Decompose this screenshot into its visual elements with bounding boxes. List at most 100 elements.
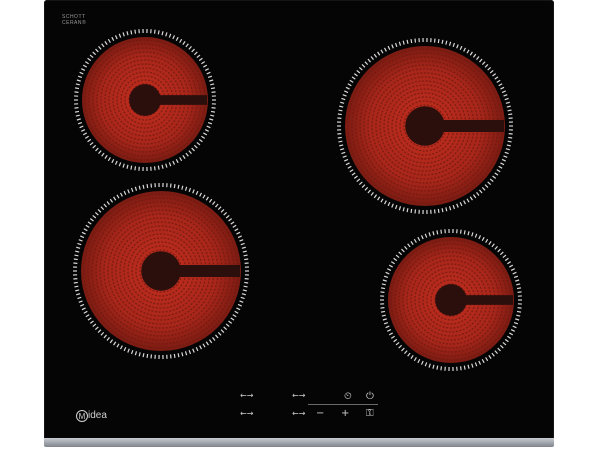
zone-ring-tick [509, 264, 514, 268]
zone-ring-tick [191, 147, 195, 152]
zone-ring-tick [424, 233, 428, 238]
zone-ring-tick [76, 79, 81, 82]
zone-ring-tick [463, 200, 467, 205]
zone-ring-tick [406, 208, 409, 213]
zone-ring-tick [95, 48, 99, 53]
zone-ring-tick [74, 285, 79, 288]
zone-ring-tick [196, 141, 201, 146]
zone-select-rear-left-icon[interactable]: ←→ [240, 392, 253, 400]
zone-ring-tick [104, 154, 108, 159]
zone-ring-tick [437, 208, 440, 213]
zone-ring-tick [501, 90, 506, 94]
zone-ring-tick [81, 68, 86, 71]
zone-ring-tick [126, 164, 129, 169]
zone-ring-tick [485, 238, 489, 243]
zone-ring-tick [191, 48, 195, 53]
zone-ring-tick [195, 190, 199, 195]
zone-ring-tick [113, 341, 117, 346]
zone-ring-tick [476, 56, 480, 61]
power-level-slider[interactable] [308, 404, 378, 405]
minus-icon[interactable]: − [316, 409, 324, 419]
zone-ring-tick [358, 66, 363, 71]
zone-ring-tick [387, 45, 391, 50]
zone-ring-tick [410, 208, 413, 213]
zone-ring-tick [157, 30, 160, 35]
zone-ring-tick [193, 51, 198, 56]
zone-ring-tick [243, 254, 248, 257]
zone-ring-tick [97, 209, 102, 213]
zone-ring-tick [195, 347, 199, 352]
zone-ring-tick [240, 296, 245, 300]
zone-ring-tick [230, 317, 235, 321]
timer-icon[interactable]: ⏲ [344, 392, 352, 402]
cooking-zones [73, 29, 522, 371]
zone-select-front-right-icon[interactable]: ←→ [292, 410, 305, 418]
zone-ring-tick [201, 61, 206, 65]
zone-ring-tick [157, 165, 160, 170]
zone-ring-tick [487, 66, 492, 71]
zone-ring-tick [161, 164, 164, 169]
zone-ring-tick [380, 310, 386, 313]
zone-ring-tick [503, 94, 508, 97]
power-icon[interactable]: ⏻ [366, 392, 374, 402]
zone-ring-tick [87, 221, 92, 225]
zone-ring-tick [500, 162, 505, 166]
zone-ring-tick [507, 261, 512, 265]
zone-ring-tick [410, 241, 414, 246]
zone-ring-tick [220, 209, 225, 213]
zone-ring-tick [113, 196, 117, 201]
zone-ring-tick [382, 318, 387, 321]
zone-ring-tick [192, 189, 195, 194]
zone-ring-tick [440, 366, 443, 371]
zone-ring-tick [478, 235, 482, 240]
zone-ring-tick [390, 335, 395, 339]
child-lock-icon[interactable]: ⚿ [366, 409, 374, 419]
zone-ring-tick [188, 187, 192, 193]
zone-ring-tick [390, 261, 395, 265]
zone-ring-tick [201, 135, 206, 139]
zone-ring-tick [119, 192, 123, 197]
zone-ring-tick [432, 231, 435, 236]
zone-ring-tick [479, 58, 483, 63]
zone-ring-tick [395, 341, 400, 346]
zone-ring-tick [385, 325, 390, 329]
zone-ring-tick [484, 184, 489, 188]
zone-ring-tick [134, 166, 137, 171]
zone-ring-tick [474, 362, 478, 367]
zone-ring-tick [123, 190, 127, 195]
zone-ring-tick [212, 201, 216, 206]
zone-ring-tick [92, 214, 97, 219]
zone-ring-tick [361, 184, 366, 188]
zone-ring-tick [504, 97, 509, 101]
zone-ring-tick [185, 152, 189, 157]
zone-ring-tick [516, 283, 521, 286]
zone-ring-tick [383, 200, 387, 205]
zone-ring-tick [205, 341, 209, 346]
zone-ring-tick [209, 118, 214, 121]
zone-ring-tick [510, 329, 515, 332]
zone-ring-tick [401, 248, 405, 253]
zone-ring-tick [127, 348, 130, 353]
zone-ring-tick [208, 198, 213, 203]
zone-ring-tick [481, 358, 485, 364]
zone-ring-tick [172, 35, 176, 40]
zone-ring-tick [380, 287, 386, 290]
zone-ring-tick [337, 136, 342, 139]
zone-ring-tick [236, 307, 241, 311]
zone-ring-tick [204, 129, 209, 132]
plus-icon[interactable]: + [341, 409, 349, 419]
zone-ring-tick [498, 83, 503, 87]
zone-ring-tick [215, 203, 219, 208]
zone-ring-tick [472, 53, 477, 58]
zone-ring-tick [85, 314, 90, 318]
zone-ring-tick [356, 69, 361, 74]
zone-select-front-left-icon[interactable]: ←→ [240, 410, 253, 418]
zone-ring-tick [466, 198, 470, 203]
zone-ring-tick [237, 303, 242, 307]
zone-ring-tick [508, 136, 513, 139]
zone-ring-tick [459, 202, 463, 207]
zone-select-rear-right-icon[interactable]: ←→ [292, 392, 305, 400]
zone-ring-tick [467, 231, 470, 236]
zone-ring-tick [198, 138, 203, 143]
zone-ring-tick [510, 268, 515, 271]
